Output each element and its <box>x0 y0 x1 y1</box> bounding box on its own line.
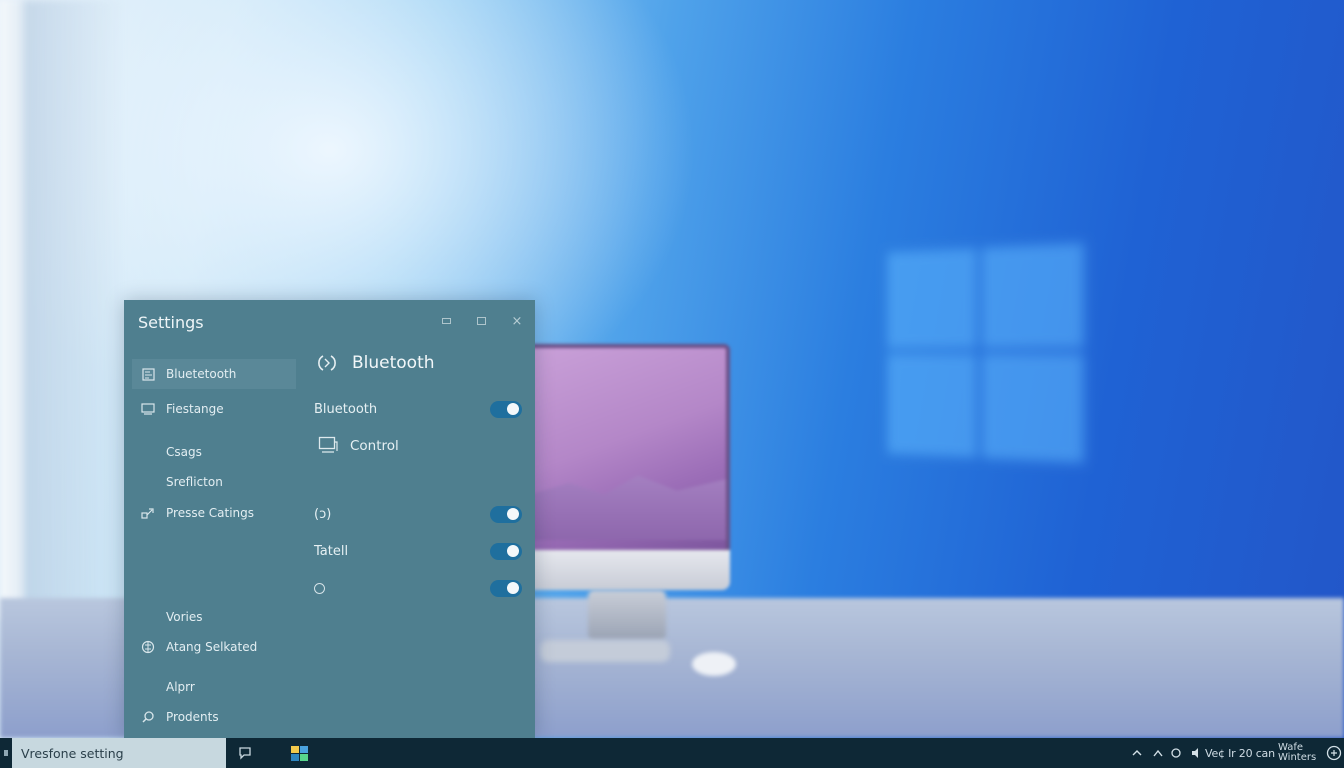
minimize-icon <box>441 318 451 324</box>
circle-status-icon <box>1171 748 1181 758</box>
sidebar-item-atang-selkated[interactable]: Atang Selkated <box>132 632 296 662</box>
mouse-photo <box>692 652 736 676</box>
speaker-icon <box>1192 748 1198 758</box>
maximize-button[interactable] <box>470 311 492 331</box>
sidebar-item-label: Prodents <box>166 710 219 724</box>
wall-shadow <box>24 0 124 610</box>
sidebar-item-label: Vories <box>166 610 203 624</box>
content-title: Bluetooth <box>352 353 435 373</box>
monitor-stand-base <box>540 640 670 662</box>
globe-icon <box>132 640 158 654</box>
tray-volume-button[interactable] <box>1170 738 1182 768</box>
sidebar-item-csags[interactable]: Csags <box>132 437 296 467</box>
bluetooth-toggle[interactable] <box>490 400 522 418</box>
chevron-up-icon <box>1132 750 1142 756</box>
control-label: Control <box>350 438 399 454</box>
taskbar-app-button[interactable] <box>289 743 311 763</box>
taskbar: Vresfone setting Ve¢ Ir 20 can Wafe Wint… <box>0 738 1344 768</box>
notification-icon <box>1326 745 1342 761</box>
sidebar-item-sreflicton[interactable]: Sreflicton <box>132 467 296 497</box>
wall-highlight <box>0 0 26 620</box>
sidebar-item-alprr[interactable]: Alprr <box>132 672 296 702</box>
close-icon: × <box>511 313 523 329</box>
bluetooth-sync-icon <box>314 352 342 374</box>
monitor-photo <box>520 344 730 592</box>
taskbar-search-text: Vresfone setting <box>21 745 124 761</box>
link-icon <box>132 507 158 520</box>
start-icon <box>4 750 8 756</box>
app-icon <box>291 746 308 761</box>
task-view-button[interactable] <box>236 744 256 762</box>
tray-speaker-button[interactable] <box>1190 738 1202 768</box>
sidebar-item-label: Atang Selkated <box>166 640 258 654</box>
content-header: Bluetooth <box>314 348 435 378</box>
sidebar-item-label: Alprr <box>166 680 195 694</box>
clock-text: Ve¢ Ir 20 can <box>1205 746 1275 760</box>
monitor-icon <box>318 436 340 456</box>
task-view-icon <box>239 747 251 760</box>
monitor-stand <box>588 590 666 640</box>
taskbar-search-box[interactable]: Vresfone setting <box>12 738 226 768</box>
toggle-row-2-label: Tatell <box>314 543 349 559</box>
toggle-row-3 <box>314 577 522 599</box>
sidebar-item-vories[interactable]: Vories <box>132 602 296 632</box>
sidebar-item-display[interactable]: Fiestange <box>132 394 296 424</box>
toggle-row-1-label: (ↄ) <box>314 506 332 522</box>
tray-notice[interactable]: Wafe Winters <box>1278 738 1316 768</box>
window-title: Settings <box>138 313 204 332</box>
title-bar[interactable]: Settings × <box>124 300 535 344</box>
bluetooth-toggle-row: Bluetooth <box>314 398 522 420</box>
sidebar-item-label: Presse Catings <box>166 506 255 520</box>
close-button[interactable]: × <box>506 311 528 331</box>
sidebar-item-label: Fiestange <box>166 402 224 416</box>
caret-up-icon <box>1153 749 1163 757</box>
control-row[interactable]: Control <box>318 434 399 458</box>
toggle-row-2: Tatell <box>314 540 522 562</box>
notice-line-2: Winters <box>1278 752 1317 763</box>
sidebar-item-prodents[interactable]: Prodents <box>132 702 296 732</box>
circle-icon <box>314 582 325 594</box>
bluetooth-device-icon <box>132 367 158 381</box>
action-center-button[interactable] <box>1326 738 1342 768</box>
display-icon <box>132 403 158 415</box>
minimize-button[interactable] <box>435 311 457 331</box>
bluetooth-toggle-label: Bluetooth <box>314 401 378 417</box>
settings-window: Settings × Bluetetooth Fiestange Csags S… <box>124 300 535 738</box>
sidebar-item-bluetooth[interactable]: Bluetetooth <box>132 359 296 389</box>
tray-network-button[interactable] <box>1152 738 1164 768</box>
search-icon <box>132 710 158 724</box>
sidebar-item-presse-catings[interactable]: Presse Catings <box>132 498 296 528</box>
tray-clock[interactable]: Ve¢ Ir 20 can <box>1205 738 1275 768</box>
start-button[interactable] <box>0 738 12 768</box>
toggle-switch-3[interactable] <box>490 579 522 597</box>
sidebar-item-label: Bluetetooth <box>166 367 237 381</box>
toggle-switch-2[interactable] <box>490 542 522 560</box>
windows-logo-light <box>887 242 1084 464</box>
sidebar-item-label: Csags <box>166 445 202 459</box>
toggle-switch-1[interactable] <box>490 505 522 523</box>
maximize-icon <box>476 317 486 325</box>
toggle-row-1: (ↄ) <box>314 503 522 525</box>
sidebar-item-label: Sreflicton <box>166 475 223 489</box>
tray-expand-button[interactable] <box>1131 738 1143 768</box>
